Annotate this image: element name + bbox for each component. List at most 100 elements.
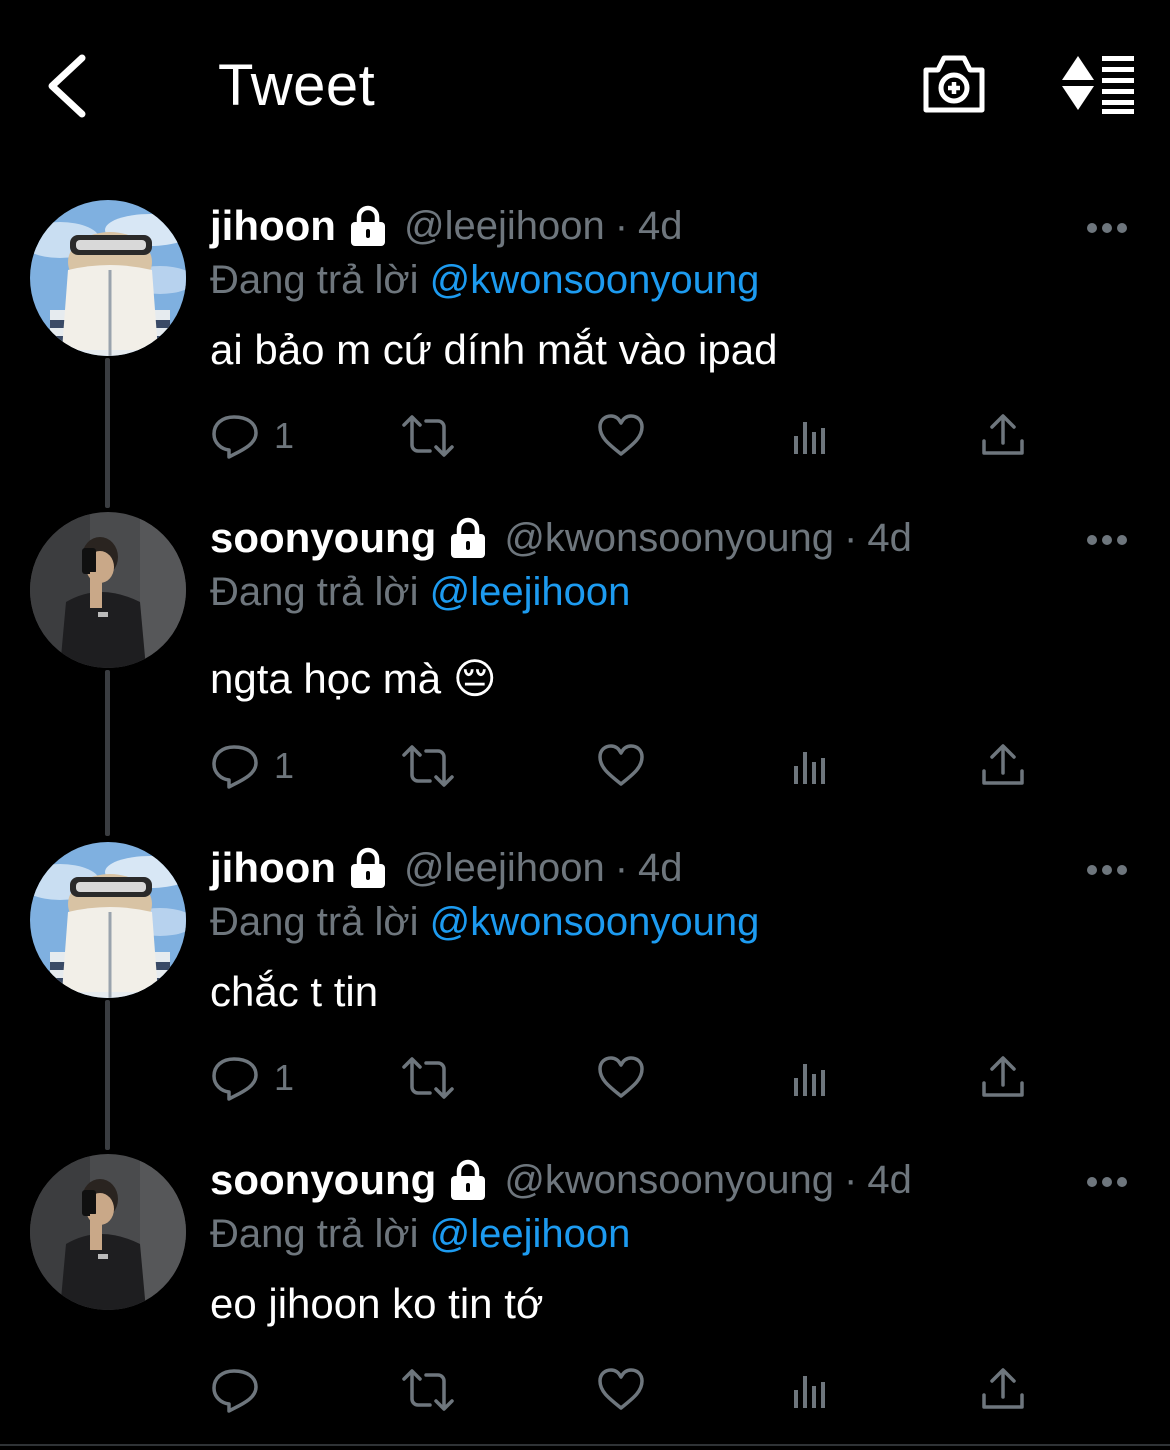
retweet-icon (398, 411, 458, 461)
reply-button[interactable]: 1 (210, 1050, 294, 1106)
share-button[interactable] (978, 738, 1028, 794)
more-options-icon[interactable] (1082, 528, 1132, 552)
replying-to: Đang trả lời @kwonsoonyoung (210, 900, 759, 945)
analytics-button[interactable] (790, 1050, 834, 1106)
thread-connector (105, 670, 110, 836)
replying-to: Đang trả lời @leejihoon (210, 570, 630, 615)
reply-icon (210, 741, 260, 791)
heart-icon (596, 411, 646, 461)
separator-dot: · (844, 1157, 858, 1202)
sort-button[interactable] (1058, 52, 1138, 114)
action-bar: 1 (210, 408, 1050, 464)
heart-icon (596, 1365, 646, 1415)
reply-icon (210, 411, 260, 461)
reply-icon (210, 1365, 260, 1415)
lock-icon (448, 1159, 488, 1201)
tweet-text: eo jihoon ko tin tớ (210, 1280, 544, 1327)
share-button[interactable] (978, 1050, 1028, 1106)
display-name[interactable]: soonyoung (210, 514, 436, 562)
mention-link[interactable]: @kwonsoonyoung (430, 258, 760, 302)
tweet[interactable]: soonyoung @kwonsoonyoung · 4d Đang trả l… (0, 502, 1170, 836)
retweet-icon (398, 1053, 458, 1103)
timestamp[interactable]: 4d (638, 204, 683, 249)
camera-button[interactable] (918, 50, 990, 118)
user-handle[interactable]: @kwonsoonyoung (504, 516, 834, 561)
display-name[interactable]: soonyoung (210, 1156, 436, 1204)
lock-icon (348, 847, 388, 889)
more-options-icon[interactable] (1082, 858, 1132, 882)
tweet-text: ngta học mà 😔 (210, 655, 497, 702)
share-icon (978, 1053, 1028, 1103)
thread-connector (105, 1000, 110, 1150)
separator-dot: · (614, 203, 629, 248)
reply-count: 1 (274, 415, 295, 456)
divider (0, 1444, 1170, 1446)
page-title: Tweet (218, 53, 376, 118)
more-options-icon[interactable] (1082, 216, 1132, 240)
like-button[interactable] (596, 1362, 646, 1418)
mention-link[interactable]: @leejihoon (430, 1212, 631, 1256)
avatar[interactable] (30, 842, 186, 998)
retweet-button[interactable] (398, 738, 458, 794)
tweet-text: chắc t tin (210, 968, 379, 1015)
camera-plus-icon (923, 55, 985, 113)
user-handle[interactable]: @leejihoon (404, 204, 605, 249)
like-button[interactable] (596, 738, 646, 794)
lock-icon (348, 205, 388, 247)
retweet-button[interactable] (398, 1362, 458, 1418)
back-button[interactable] (40, 50, 100, 120)
chevron-left-icon (48, 54, 86, 118)
action-bar: 1 (210, 1050, 1050, 1106)
mention-link[interactable]: @kwonsoonyoung (430, 900, 760, 944)
user-handle[interactable]: @leejihoon (404, 846, 605, 891)
tweet[interactable]: jihoon @leejihoon · 4d Đang trả lời @kwo… (0, 190, 1170, 508)
like-button[interactable] (596, 408, 646, 464)
reply-button[interactable] (210, 1362, 274, 1418)
reply-count: 1 (274, 745, 295, 786)
analytics-button[interactable] (790, 738, 834, 794)
reply-button[interactable]: 1 (210, 408, 294, 464)
retweet-button[interactable] (398, 408, 458, 464)
share-icon (978, 741, 1028, 791)
share-button[interactable] (978, 1362, 1028, 1418)
more-options-icon[interactable] (1082, 1170, 1132, 1194)
tweet-header: soonyoung @kwonsoonyoung · 4d (210, 1156, 912, 1204)
retweet-icon (398, 1365, 458, 1415)
action-bar (210, 1362, 1050, 1418)
top-bar: Tweet (0, 0, 1170, 170)
analytics-icon (790, 1056, 834, 1100)
reply-icon (210, 1053, 260, 1103)
avatar[interactable] (30, 200, 186, 356)
mention-link[interactable]: @leejihoon (430, 570, 631, 614)
timestamp[interactable]: 4d (867, 516, 912, 561)
retweet-icon (398, 741, 458, 791)
separator-dot: · (614, 845, 629, 890)
sort-arrows-list-icon (1062, 56, 1134, 114)
analytics-icon (790, 1368, 834, 1412)
avatar[interactable] (30, 1154, 186, 1310)
display-name[interactable]: jihoon (210, 844, 336, 892)
reply-button[interactable]: 1 (210, 738, 294, 794)
replying-to-label: Đang trả lời (210, 1212, 419, 1256)
timestamp[interactable]: 4d (638, 846, 683, 891)
user-handle[interactable]: @kwonsoonyoung (504, 1158, 834, 1203)
share-button[interactable] (978, 408, 1028, 464)
display-name[interactable]: jihoon (210, 202, 336, 250)
tweet-header: soonyoung @kwonsoonyoung · 4d (210, 514, 912, 562)
replying-to-label: Đang trả lời (210, 570, 419, 614)
replying-to: Đang trả lời @kwonsoonyoung (210, 258, 759, 303)
thread-connector (105, 358, 110, 508)
analytics-button[interactable] (790, 408, 834, 464)
retweet-button[interactable] (398, 1050, 458, 1106)
tweet[interactable]: jihoon @leejihoon · 4d Đang trả lời @kwo… (0, 832, 1170, 1150)
replying-to-label: Đang trả lời (210, 258, 419, 302)
analytics-button[interactable] (790, 1362, 834, 1418)
tweet[interactable]: soonyoung @kwonsoonyoung · 4d Đang trả l… (0, 1144, 1170, 1444)
lock-icon (448, 517, 488, 559)
action-bar: 1 (210, 738, 1050, 794)
like-button[interactable] (596, 1050, 646, 1106)
timestamp[interactable]: 4d (867, 1158, 912, 1203)
avatar[interactable] (30, 512, 186, 668)
heart-icon (596, 1053, 646, 1103)
separator-dot: · (844, 515, 858, 560)
